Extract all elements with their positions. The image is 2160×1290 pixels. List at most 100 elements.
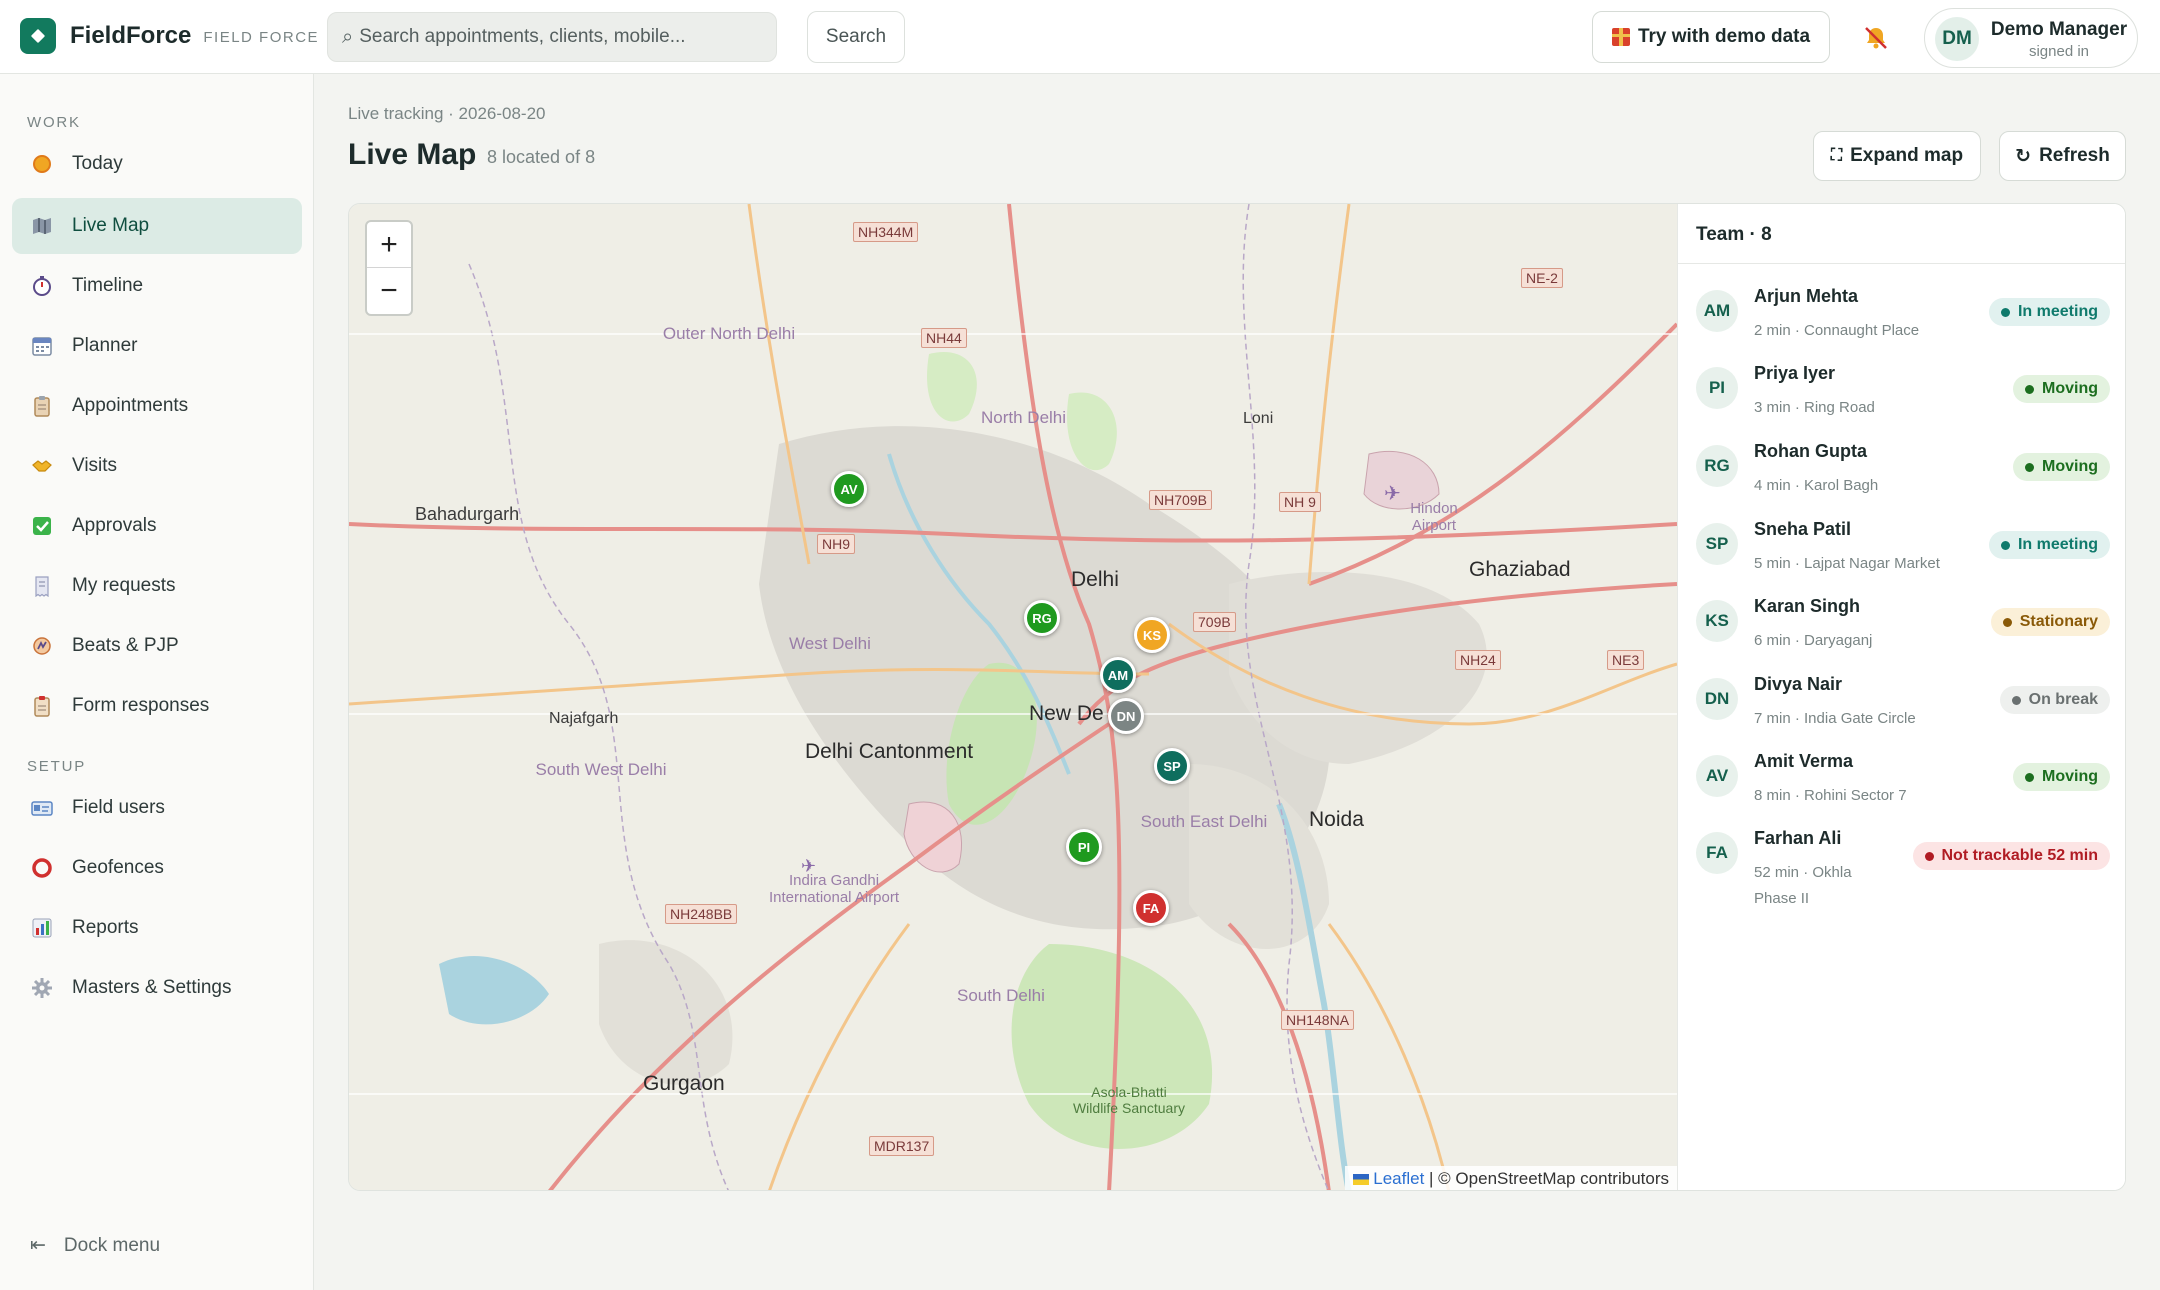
search-input[interactable] [359, 26, 760, 48]
member-avatar: FA [1696, 832, 1738, 874]
osm-attribution: | © OpenStreetMap contributors [1429, 1169, 1669, 1188]
member-name: Rohan Gupta [1754, 441, 1867, 461]
zoom-out-button[interactable]: − [367, 268, 411, 314]
team-member-row[interactable]: SP Sneha Patil 5 min · Lajpat Nagar Mark… [1678, 513, 2125, 589]
user-menu[interactable]: DM Demo Manager signed in [1924, 8, 2138, 68]
sidebar-item-masters-settings[interactable]: Masters & Settings [12, 960, 302, 1016]
sidebar-item-planner[interactable]: Planner [12, 318, 302, 374]
try-demo-data-button[interactable]: Try with demo data [1592, 11, 1830, 63]
page-title: Live Map [348, 138, 477, 171]
road-shield: NH9 [817, 534, 856, 554]
search-icon: ⌕ [342, 25, 354, 48]
sidebar-item-label: Planner [72, 335, 138, 356]
map-marker-rg[interactable]: RG [1024, 600, 1060, 636]
member-last-seen: 2 min · Connaught Place [1754, 322, 1920, 339]
team-member-row[interactable]: PI Priya Iyer 3 min · Ring Road Moving [1678, 357, 2125, 433]
brand[interactable]: FieldForce FIELD FORCE [20, 18, 319, 54]
refresh-button[interactable]: ↻ Refresh [1999, 131, 2126, 181]
map-marker-ks[interactable]: KS [1134, 617, 1170, 653]
map-marker-sp[interactable]: SP [1154, 748, 1190, 784]
dock-menu-button[interactable]: ⇤ Dock menu [30, 1234, 160, 1257]
sidebar-item-label: Form responses [72, 695, 210, 716]
search-button[interactable]: Search [807, 11, 905, 63]
expand-map-button[interactable]: ⛶ Expand map [1813, 131, 1981, 181]
sidebar-item-label: Geofences [72, 857, 164, 878]
brand-subtitle: FIELD FORCE [203, 29, 320, 46]
map-marker-am[interactable]: AM [1100, 657, 1136, 693]
sidebar-item-approvals[interactable]: Approvals [12, 498, 302, 554]
member-avatar: PI [1696, 367, 1738, 409]
live-map-card: ✈ ✈ Bahadurgarh Delhi New De Delhi Canto… [348, 203, 2126, 1191]
member-name: Karan Singh [1754, 596, 1861, 616]
map-marker-fa[interactable]: FA [1133, 890, 1169, 926]
sidebar-item-timeline[interactable]: Timeline [12, 258, 302, 314]
sidebar-item-label: My requests [72, 575, 176, 596]
sidebar-item-live-map[interactable]: Live Map [12, 198, 302, 254]
map-marker-av[interactable]: AV [831, 471, 867, 507]
zoom-control: + − [365, 220, 413, 316]
team-member-row[interactable]: FA Farhan Ali 52 min · Okhla Phase II No… [1678, 822, 2125, 912]
map-label: Delhi Cantonment [805, 740, 974, 763]
calendar-icon [30, 334, 54, 358]
sidebar-item-field-users[interactable]: Field users [12, 780, 302, 836]
sidebar-item-appointments[interactable]: Appointments [12, 378, 302, 434]
road-shield: NH709B [1149, 490, 1212, 510]
map-label: West Delhi [789, 634, 871, 653]
map-label: Noida [1309, 808, 1364, 831]
member-name: Divya Nair [1754, 674, 1843, 694]
sidebar-item-label: Today [72, 153, 123, 174]
member-avatar: RG [1696, 445, 1738, 487]
sidebar-item-visits[interactable]: Visits [12, 438, 302, 494]
check-icon [30, 514, 54, 538]
expand-map-label: Expand map [1850, 145, 1964, 166]
sidebar-item-form-responses[interactable]: Form responses [12, 678, 302, 734]
user-status: signed in [2028, 43, 2090, 60]
member-last-seen: 4 min · Karol Bagh [1754, 477, 1879, 494]
map[interactable]: ✈ ✈ Bahadurgarh Delhi New De Delhi Canto… [349, 204, 1677, 1190]
ukraine-flag-icon [1353, 1174, 1370, 1186]
member-avatar: AV [1696, 755, 1738, 797]
member-last-seen-line2: Phase II [1754, 890, 1810, 907]
leaflet-link[interactable]: Leaflet [1373, 1169, 1424, 1188]
form-icon [30, 694, 54, 718]
top-bar: FieldForce FIELD FORCE ⌕ Search Try with… [0, 0, 2160, 74]
member-last-seen: 5 min · Lajpat Nagar Market [1754, 555, 1940, 572]
map-label: Loni [1243, 410, 1274, 427]
member-status-badge: Moving [2013, 453, 2110, 481]
map-label: Indira Gandhi International Airport [768, 872, 900, 906]
sidebar-item-label: Reports [72, 917, 139, 938]
search-box[interactable]: ⌕ [327, 12, 777, 62]
member-last-seen: 52 min · Okhla Phase II [1754, 858, 1852, 910]
member-last-seen: 7 min · India Gate Circle [1754, 710, 1916, 727]
member-name: Arjun Mehta [1754, 286, 1859, 306]
sidebar-item-reports[interactable]: Reports [12, 900, 302, 956]
member-last-seen: 6 min · Daryaganj [1754, 632, 1873, 649]
user-name: Demo Manager [1990, 19, 2128, 40]
team-member-row[interactable]: AM Arjun Mehta 2 min · Connaught Place I… [1678, 280, 2125, 356]
road-shield: NH248BB [665, 904, 738, 924]
sidebar-item-beats-pjp[interactable]: Beats & PJP [12, 618, 302, 674]
team-member-row[interactable]: KS Karan Singh 6 min · Daryaganj Station… [1678, 590, 2125, 666]
try-demo-data-label: Try with demo data [1637, 26, 1811, 47]
route-icon [30, 634, 54, 658]
dock-arrow-icon: ⇤ [30, 1235, 46, 1256]
team-member-row[interactable]: DN Divya Nair 7 min · India Gate Circle … [1678, 668, 2125, 744]
sidebar-item-today[interactable]: Today [12, 136, 302, 192]
dock-menu-label: Dock menu [63, 1234, 161, 1256]
road-shield: NH344M [853, 222, 919, 242]
map-marker-dn[interactable]: DN [1108, 698, 1144, 734]
map-label: Hindon Airport [1410, 500, 1458, 534]
team-member-row[interactable]: AV Amit Verma 8 min · Rohini Sector 7 Mo… [1678, 745, 2125, 821]
zoom-in-button[interactable]: + [367, 222, 411, 268]
member-last-seen-line1: 52 min · Okhla [1754, 864, 1852, 881]
map-marker-pi[interactable]: PI [1066, 829, 1102, 865]
notifications-off-icon[interactable] [1862, 24, 1890, 52]
sidebar-item-label: Masters & Settings [72, 977, 232, 998]
section-label-setup: SETUP [27, 758, 87, 775]
sidebar-item-label: Approvals [72, 515, 157, 536]
road-shield: NH44 [921, 328, 967, 348]
member-name: Sneha Patil [1754, 519, 1852, 539]
team-member-row[interactable]: RG Rohan Gupta 4 min · Karol Bagh Moving [1678, 435, 2125, 511]
sidebar-item-geofences[interactable]: Geofences [12, 840, 302, 896]
sidebar-item-my-requests[interactable]: My requests [12, 558, 302, 614]
